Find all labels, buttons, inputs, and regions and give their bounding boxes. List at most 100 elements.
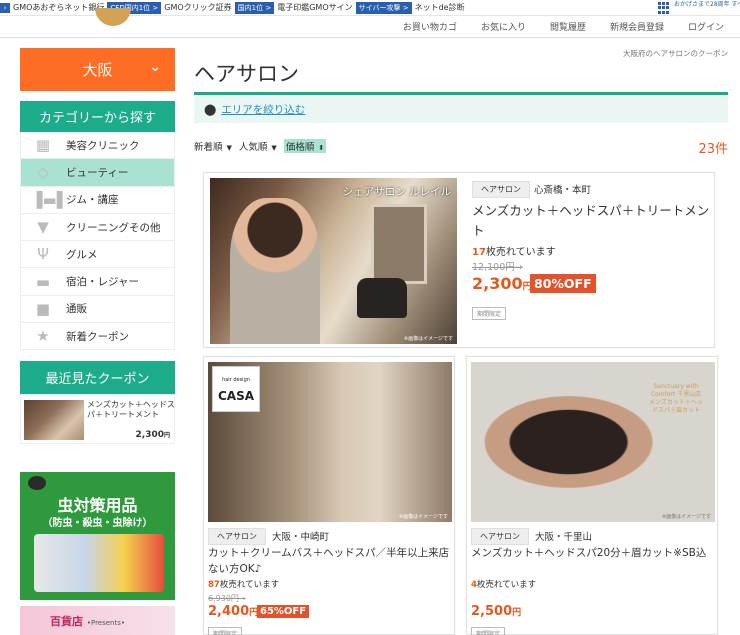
gmo-tag[interactable]: 国内1位 > [234,1,275,14]
image-note: ※画像はイメージです [661,514,711,520]
discount-badge: 80%OFF [530,274,596,293]
area-select[interactable]: 大阪 ⌄ [20,48,175,91]
ad-title: 百貨店 •Presents• [50,615,126,628]
coupon-card[interactable]: Sanctuary with Comfort 千里山店 メンズカット＋ヘッドスパ… [466,356,718,635]
sort-newest[interactable]: 新着順 ▼ [194,139,232,153]
fork-knife-icon: Ψ [37,245,49,264]
ad-title: 虫対策用品 [57,496,138,515]
header-nav: お買い物カゴ お気に入り 閲覧履歴 新規会員登録 ログイン [379,20,724,33]
limited-badge: 期間限定 [208,627,243,635]
gmo-arrow-icon: › [0,2,10,13]
coupon-image[interactable]: Sanctuary with Comfort 千里山店 メンズカット＋ヘッドスパ… [471,362,715,522]
sort-popular[interactable]: 人気順 ▼ [239,139,277,153]
image-note: ※画像はイメージです [398,514,448,520]
site-logo[interactable] [12,8,82,26]
salon-chair [357,278,407,318]
category-item-gym[interactable]: ▐▬▌ ジム・講座 [20,186,175,214]
logo-badge [95,8,131,26]
area-filter-bar: ⬤ エリアを絞り込む [194,95,728,123]
nav-register[interactable]: 新規会員登録 [610,20,664,33]
nav-history[interactable]: 閲覧履歴 [550,20,586,33]
category-item-beauty[interactable]: ◇ ビューティー [20,159,175,187]
category-label: クリーニングその他 [66,221,161,234]
gmo-link[interactable]: 電子印鑑GMOサイン [277,2,352,13]
image-caption: シェアサロン ルレイル [342,186,451,198]
app-grid-icon[interactable] [658,2,670,14]
genre-tag: ヘアサロン [471,528,529,545]
nav-favorites[interactable]: お気に入り [481,20,526,33]
campaign-banner[interactable]: おかげさまで28周年 すべての人にインターネットを [674,1,740,8]
coupon-image[interactable]: hair design CASA ※画像はイメージです [208,362,452,522]
limited-badge: 期間限定 [471,627,506,635]
category-item-clinic[interactable]: ▦ 美容クリニック [20,132,175,160]
coupon-title[interactable]: メンズカット＋ヘッドスパ＋トリートメント [472,201,710,241]
recent-title: メンズカット＋ヘッドスパ＋トリートメント [87,400,175,419]
coupon-card[interactable]: シェアサロン ルレイル ※画像はイメージです ヘアサロン 心斎橋・本町 メンズカ… [203,172,715,348]
category-item-gourmet[interactable]: Ψ グルメ [20,241,175,269]
recent-thumbnail [24,400,84,440]
model-photo [230,198,320,344]
category-label: 新着クーポン [66,330,129,343]
coupon-image[interactable]: シェアサロン ルレイル ※画像はイメージです [210,178,457,344]
recent-price: 2,300円 [135,430,170,440]
coupon-title[interactable]: メンズカット＋ヘッドスパ20分＋眉カット※SB込 [471,545,715,561]
category-menu: カテゴリーから探す ▦ 美容クリニック ◇ ビューティー ▐▬▌ ジム・講座 ▼ クリー… [20,101,175,351]
ad-banner-insect[interactable]: 虫対策用品 （防虫・殺虫・虫除け） [20,472,175,600]
result-count: 23件 [698,142,728,157]
original-price: 12,100円→ [472,262,523,273]
original-price: 6,930円→ [208,594,246,603]
sale-price: 2,500円 [471,604,522,619]
building-icon: ▦ [35,136,51,155]
page-title: ヘアサロン [194,62,299,86]
category-label: ジム・講座 [66,194,119,207]
nav-cart[interactable]: お買い物カゴ [403,20,457,33]
map-pin-icon: ⬤ [204,102,217,116]
area-filter-link[interactable]: エリアを絞り込む [221,102,305,117]
salon-badge: Sanctuary with Comfort 千里山店 メンズカット＋ヘッドスパ… [649,383,703,414]
bed-icon: ▬ [35,272,51,291]
caret-down-icon: ▼ [226,144,232,152]
sale-price: 2,300円 [472,274,532,293]
ad-banner-department[interactable]: 百貨店 •Presents• [20,606,175,635]
category-label: グルメ [66,248,98,261]
gmo-link[interactable]: ネットde診断 [415,2,465,13]
location: 大阪・千里山 [535,532,593,543]
breadcrumb[interactable]: 大阪府のヘアサロンのクーポン [623,48,728,59]
salon-mirror [371,204,427,284]
category-item-cleaning[interactable]: ▼ クリーニングその他 [20,213,175,242]
category-heading: カテゴリーから探す [20,101,175,132]
shirt-icon: ▼ [37,218,49,237]
recent-heading: 最近見たクーポン [20,361,175,394]
coupon-card[interactable]: hair design CASA ※画像はイメージです ヘアサロン 大阪・中崎町 … [203,356,455,635]
sort-updown-icon: ⬍ [318,144,325,152]
gmo-link[interactable]: GMOクリック証券 [164,2,231,13]
sort-price[interactable]: 価格順 ⬍ [283,139,327,153]
category-item-new[interactable]: ★ 新着クーポン [20,323,175,351]
chevron-down-icon: ⌄ [149,59,161,75]
coupon-title[interactable]: カット＋クリームバス＋ヘッドスパ／半年以上来店ない方OK♪ [208,545,452,577]
image-note: ※画像はイメージです [403,336,453,342]
star-icon: ★ [36,327,50,346]
recent-coupon[interactable]: メンズカット＋ヘッドスパ＋トリートメント 2,300円 [20,394,175,444]
category-label: 美容クリニック [66,139,140,152]
limited-badge: 期間限定 [472,307,507,320]
location: 大阪・中崎町 [272,532,330,543]
category-item-leisure[interactable]: ▬ 宿泊・レジャー [20,268,175,296]
truck-icon: ■ [35,299,51,318]
gmo-tag[interactable]: サイバー攻撃 > [355,1,412,14]
salon-logo: hair design CASA [212,366,260,412]
bug-icon [28,476,46,490]
category-label: 通販 [66,303,87,316]
area-label: 大阪 [82,61,113,79]
nav-login[interactable]: ログイン [688,20,724,33]
category-item-shopping[interactable]: ■ 通販 [20,295,175,324]
diamond-icon: ◇ [37,163,49,182]
sort-options: 新着順 ▼ 人気順 ▼ 価格順 ⬍ [194,139,333,153]
discount-badge: 65%OFF [257,605,310,618]
genre-tag: ヘアサロン [472,181,530,198]
ad-products-image [34,534,164,592]
sale-price: 2,400円 [208,604,259,619]
site-header: お買い物カゴ お気に入り 閲覧履歴 新規会員登録 ログイン [0,8,740,38]
sold-count: 4枚売れています [471,580,537,590]
dumbbell-icon: ▐▬▌ [31,190,69,209]
